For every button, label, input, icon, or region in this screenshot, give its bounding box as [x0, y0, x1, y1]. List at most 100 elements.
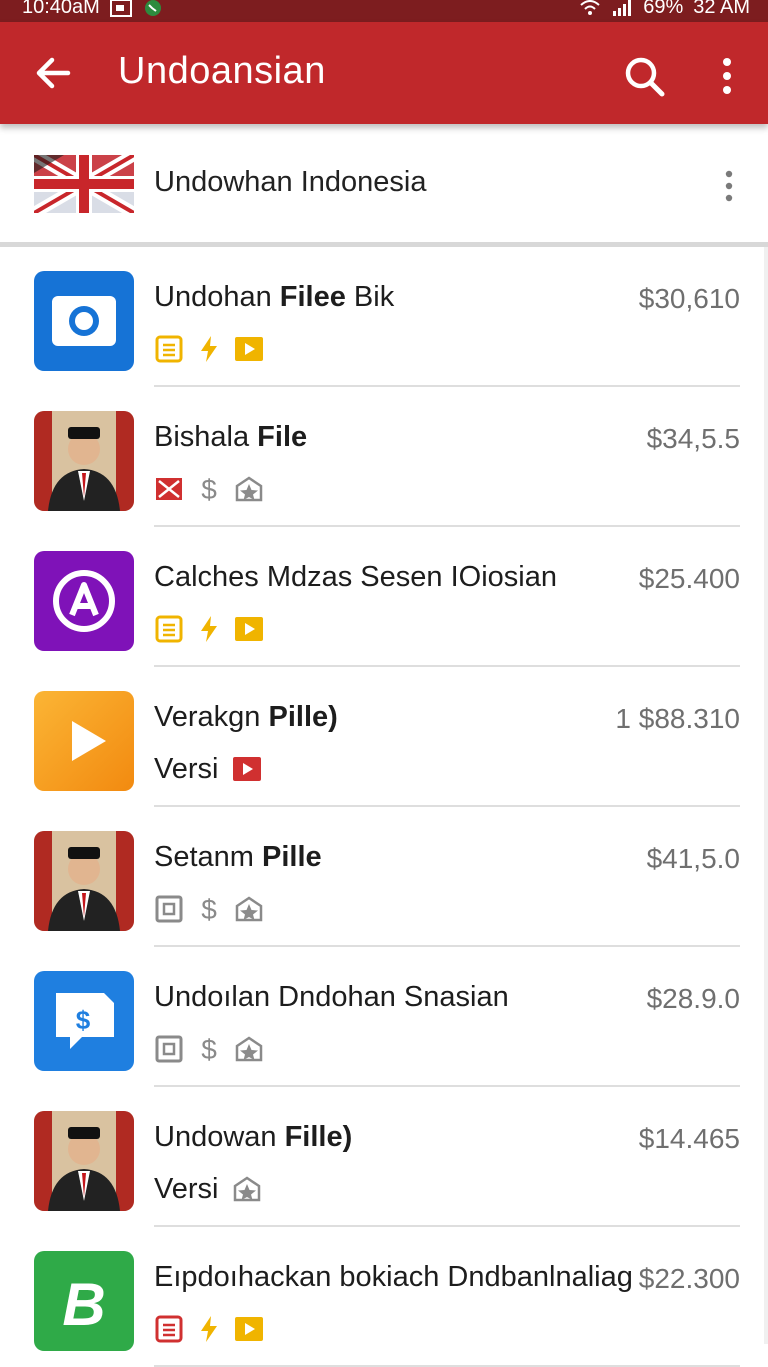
category-header[interactable]: Undowhan Indonesia — [0, 124, 768, 247]
item-title-text: Bishala — [154, 421, 258, 453]
item-title-bold: Pille — [262, 841, 322, 873]
item-price: $25.400 — [638, 563, 740, 594]
document-icon — [154, 334, 184, 364]
item-title: Setanm Pille — [154, 841, 322, 874]
camera-app-thumbnail — [34, 271, 134, 371]
dollar-app-thumbnail: $ — [34, 971, 134, 1071]
svg-text:$: $ — [201, 474, 217, 504]
item-title-text: Verakgn — [154, 701, 269, 733]
item-title-bold: Filee — [279, 281, 346, 313]
item-title-text: Setanm — [154, 841, 262, 873]
frame-icon — [154, 894, 184, 924]
item-badges — [154, 613, 264, 645]
app-bar: Undoansian — [0, 22, 768, 124]
bolt-icon — [194, 614, 224, 644]
play-app-thumbnail — [34, 691, 134, 791]
b-app-thumbnail: B — [34, 1251, 134, 1351]
wifi-icon — [580, 0, 600, 15]
dollar-icon: $ — [194, 1034, 224, 1065]
item-title: Eıpdoıhackan bokiach Dndbanlnaliag — [154, 1261, 633, 1294]
list-item[interactable]: Bishala File $34,5.5 $ — [0, 387, 768, 527]
bolt-icon — [194, 334, 224, 364]
more-vert-icon[interactable] — [718, 168, 740, 204]
svg-text:B: B — [62, 1271, 105, 1338]
person-portrait-thumbnail — [34, 1111, 134, 1211]
item-title: Bishala File — [154, 421, 307, 454]
item-price: $14.465 — [638, 1123, 740, 1154]
frame-icon — [154, 1034, 184, 1064]
list-item[interactable]: Calches Mdzas Sesen IOiosian $25.400 — [0, 527, 768, 667]
item-price: $30,610 — [638, 283, 740, 314]
item-badges: $ — [154, 473, 264, 505]
document-red-icon — [154, 1314, 184, 1344]
back-arrow-icon[interactable] — [32, 52, 74, 94]
status-right-time: 32 AM — [693, 0, 750, 18]
list-item[interactable]: $ Undoılan Dndohan Snasian $28.9.0 $ — [0, 947, 768, 1087]
person-portrait-thumbnail — [34, 831, 134, 931]
item-badges: $ — [154, 893, 264, 925]
document-icon — [154, 614, 184, 644]
item-title: Undohan Filee Bik — [154, 281, 394, 314]
item-title-bold: File — [257, 421, 308, 453]
item-badges: Versi — [154, 753, 262, 785]
list-item[interactable]: Undohan Filee Bik $30,610 — [0, 247, 768, 387]
item-title-tail: Bik — [345, 281, 395, 313]
star-badge-icon — [234, 894, 264, 924]
item-price: $22.300 — [638, 1263, 740, 1294]
item-title: Undowan Fille) — [154, 1121, 352, 1154]
item-subtitle: Versi — [154, 1172, 219, 1205]
star-badge-icon — [234, 1034, 264, 1064]
list-item[interactable]: Verakgn Pille) 1 $88.310 Versi — [0, 667, 768, 807]
star-badge-icon — [232, 1174, 262, 1204]
bolt-icon — [194, 1314, 224, 1344]
svg-text:$: $ — [76, 1005, 91, 1035]
item-badges: $ — [154, 1033, 264, 1065]
play-icon — [234, 614, 264, 644]
item-title: Undoılan Dndohan Snasian — [154, 981, 509, 1014]
dollar-icon: $ — [194, 894, 224, 925]
person-portrait-thumbnail — [34, 411, 134, 511]
more-vert-icon[interactable] — [716, 54, 738, 98]
file-list: Undohan Filee Bik $30,610 Bishala File $34,… — [0, 247, 768, 1367]
list-item[interactable]: Setanm Pille $41,5.0 $ — [0, 807, 768, 947]
item-price: $28.9.0 — [646, 983, 740, 1014]
search-icon[interactable] — [622, 54, 666, 98]
red-play-icon — [232, 754, 262, 784]
play-icon — [234, 1314, 264, 1344]
item-badges: Versi — [154, 1173, 262, 1205]
list-item[interactable]: B Eıpdoıhackan bokiach Dndbanlnaliag $22.3… — [0, 1227, 768, 1367]
item-subtitle: Versi — [154, 752, 219, 785]
item-title-text: Calches Mdzas Sesen IOiosian — [154, 561, 557, 593]
signal-icon — [613, 0, 632, 16]
a-app-thumbnail — [34, 551, 134, 651]
item-title: Calches Mdzas Sesen IOiosian — [154, 561, 557, 594]
item-title-text: Undohan — [154, 281, 280, 313]
item-price: 1 $88.310 — [615, 703, 740, 734]
item-title-bold: Fille) — [284, 1121, 353, 1153]
item-title: Verakgn Pille) — [154, 701, 338, 734]
battery-percent: 69% — [643, 0, 684, 18]
list-item[interactable]: Undowan Fille) $14.465 Versi — [0, 1087, 768, 1227]
item-title-text: Undowan — [154, 1121, 285, 1153]
scrollbar[interactable] — [764, 247, 768, 1344]
item-price: $34,5.5 — [646, 423, 740, 454]
item-title-bold: Pille) — [268, 701, 338, 733]
svg-text:$: $ — [201, 894, 217, 924]
item-title-text: Eıpdoıhackan bokiach Dndbanlnaliag — [154, 1261, 633, 1293]
item-badges — [154, 333, 264, 365]
dollar-icon: $ — [194, 474, 224, 505]
item-price: $41,5.0 — [646, 843, 740, 874]
svg-text:$: $ — [201, 1034, 217, 1064]
flag-icon — [34, 155, 134, 213]
play-icon — [234, 334, 264, 364]
status-time: 10:40aM — [22, 0, 100, 18]
item-title-text: Undoılan Dndohan Snasian — [154, 981, 509, 1013]
mail-icon — [154, 474, 184, 504]
gallery-icon — [109, 0, 132, 17]
item-badges — [154, 1313, 264, 1345]
star-badge-icon — [234, 474, 264, 504]
category-label: Undowhan Indonesia — [154, 166, 427, 198]
page-title: Undoansian — [118, 50, 326, 92]
status-bar: 10:40aM 69% 32 AM — [0, 0, 768, 22]
phone-icon — [144, 0, 161, 16]
